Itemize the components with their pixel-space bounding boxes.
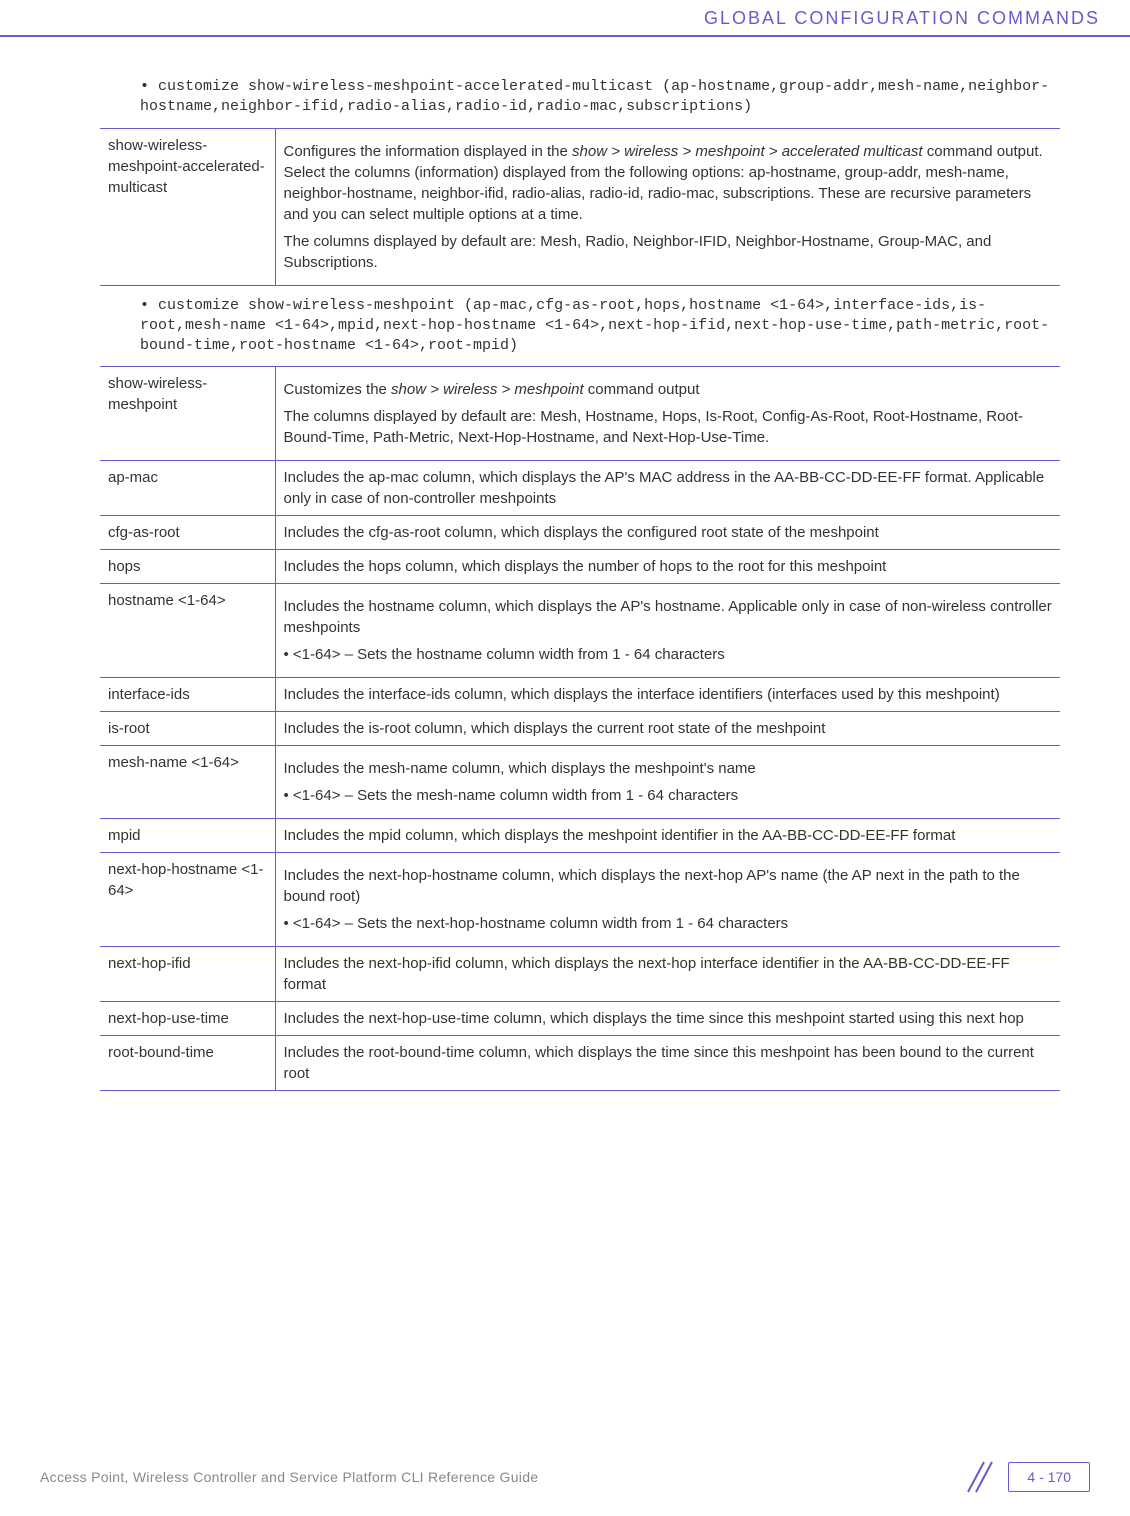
page-footer: Access Point, Wireless Controller and Se… — [0, 1448, 1130, 1516]
param-name: next-hop-ifid — [100, 947, 275, 1002]
table-row: show-wireless-meshpoint Customizes the s… — [100, 367, 1060, 461]
table-2: show-wireless-meshpoint Customizes the s… — [100, 366, 1060, 1091]
table-row: cfg-as-root Includes the cfg-as-root col… — [100, 516, 1060, 550]
table-row: ap-mac Includes the ap-mac column, which… — [100, 461, 1060, 516]
table-row: is-root Includes the is-root column, whi… — [100, 712, 1060, 746]
page-number: 4 - 170 — [1008, 1462, 1090, 1492]
param-desc: Includes the hostname column, which disp… — [275, 584, 1060, 678]
table-row: next-hop-hostname <1-64> Includes the ne… — [100, 853, 1060, 947]
page-content: • customize show-wireless-meshpoint-acce… — [0, 37, 1130, 1127]
code-bullet-2: • customize show-wireless-meshpoint (ap-… — [140, 296, 1060, 357]
code-bullet-1: • customize show-wireless-meshpoint-acce… — [140, 77, 1060, 118]
param-name: show-wireless-meshpoint — [100, 367, 275, 461]
desc-para: The columns displayed by default are: Me… — [284, 406, 1053, 448]
text: Customizes the — [284, 381, 392, 398]
param-name: mesh-name <1-64> — [100, 746, 275, 819]
param-name: mpid — [100, 819, 275, 853]
param-name: next-hop-use-time — [100, 1002, 275, 1036]
footer-text: Access Point, Wireless Controller and Se… — [40, 1469, 538, 1485]
desc-para: Includes the hostname column, which disp… — [284, 596, 1053, 638]
desc-bullet: • <1-64> – Sets the hostname column widt… — [284, 644, 1053, 665]
text: Configures the information displayed in … — [284, 143, 573, 160]
page: GLOBAL CONFIGURATION COMMANDS • customiz… — [0, 0, 1130, 1127]
param-desc: Includes the root-bound-time column, whi… — [275, 1036, 1060, 1091]
table-row: hostname <1-64> Includes the hostname co… — [100, 584, 1060, 678]
param-desc: Customizes the show > wireless > meshpoi… — [275, 367, 1060, 461]
table-row: next-hop-use-time Includes the next-hop-… — [100, 1002, 1060, 1036]
param-desc: Includes the next-hop-use-time column, w… — [275, 1002, 1060, 1036]
param-desc: Includes the interface-ids column, which… — [275, 678, 1060, 712]
param-desc: Includes the hops column, which displays… — [275, 550, 1060, 584]
desc-para: Includes the next-hop-hostname column, w… — [284, 865, 1053, 907]
desc-para: Configures the information displayed in … — [284, 141, 1053, 225]
table-row: show-wireless-meshpoint-accelerated-mult… — [100, 128, 1060, 285]
table-row: interface-ids Includes the interface-ids… — [100, 678, 1060, 712]
table-row: mpid Includes the mpid column, which dis… — [100, 819, 1060, 853]
desc-bullet: • <1-64> – Sets the next-hop-hostname co… — [284, 913, 1053, 934]
param-desc: Includes the mesh-name column, which dis… — [275, 746, 1060, 819]
param-desc: Includes the next-hop-hostname column, w… — [275, 853, 1060, 947]
italic-text: show > wireless > meshpoint — [391, 381, 584, 398]
param-desc: Includes the ap-mac column, which displa… — [275, 461, 1060, 516]
page-header: GLOBAL CONFIGURATION COMMANDS — [0, 0, 1130, 37]
desc-para: The columns displayed by default are: Me… — [284, 231, 1053, 273]
param-name: interface-ids — [100, 678, 275, 712]
table-row: hops Includes the hops column, which dis… — [100, 550, 1060, 584]
param-name: ap-mac — [100, 461, 275, 516]
italic-text: show > wireless > meshpoint > accelerate… — [572, 143, 923, 160]
table-row: mesh-name <1-64> Includes the mesh-name … — [100, 746, 1060, 819]
footer-right: 4 - 170 — [960, 1458, 1090, 1496]
param-name: show-wireless-meshpoint-accelerated-mult… — [100, 128, 275, 285]
param-name: hops — [100, 550, 275, 584]
slash-icon — [960, 1458, 998, 1496]
param-name: root-bound-time — [100, 1036, 275, 1091]
table-row: root-bound-time Includes the root-bound-… — [100, 1036, 1060, 1091]
header-title: GLOBAL CONFIGURATION COMMANDS — [704, 8, 1100, 28]
param-name: cfg-as-root — [100, 516, 275, 550]
desc-bullet: • <1-64> – Sets the mesh-name column wid… — [284, 785, 1053, 806]
param-name: hostname <1-64> — [100, 584, 275, 678]
param-desc: Includes the mpid column, which displays… — [275, 819, 1060, 853]
param-name: is-root — [100, 712, 275, 746]
param-desc: Includes the is-root column, which displ… — [275, 712, 1060, 746]
table-row: next-hop-ifid Includes the next-hop-ifid… — [100, 947, 1060, 1002]
text: command output — [584, 381, 700, 398]
desc-para: Includes the mesh-name column, which dis… — [284, 758, 1053, 779]
param-name: next-hop-hostname <1-64> — [100, 853, 275, 947]
table-1: show-wireless-meshpoint-accelerated-mult… — [100, 128, 1060, 286]
param-desc: Includes the cfg-as-root column, which d… — [275, 516, 1060, 550]
param-desc: Configures the information displayed in … — [275, 128, 1060, 285]
param-desc: Includes the next-hop-ifid column, which… — [275, 947, 1060, 1002]
desc-para: Customizes the show > wireless > meshpoi… — [284, 379, 1053, 400]
